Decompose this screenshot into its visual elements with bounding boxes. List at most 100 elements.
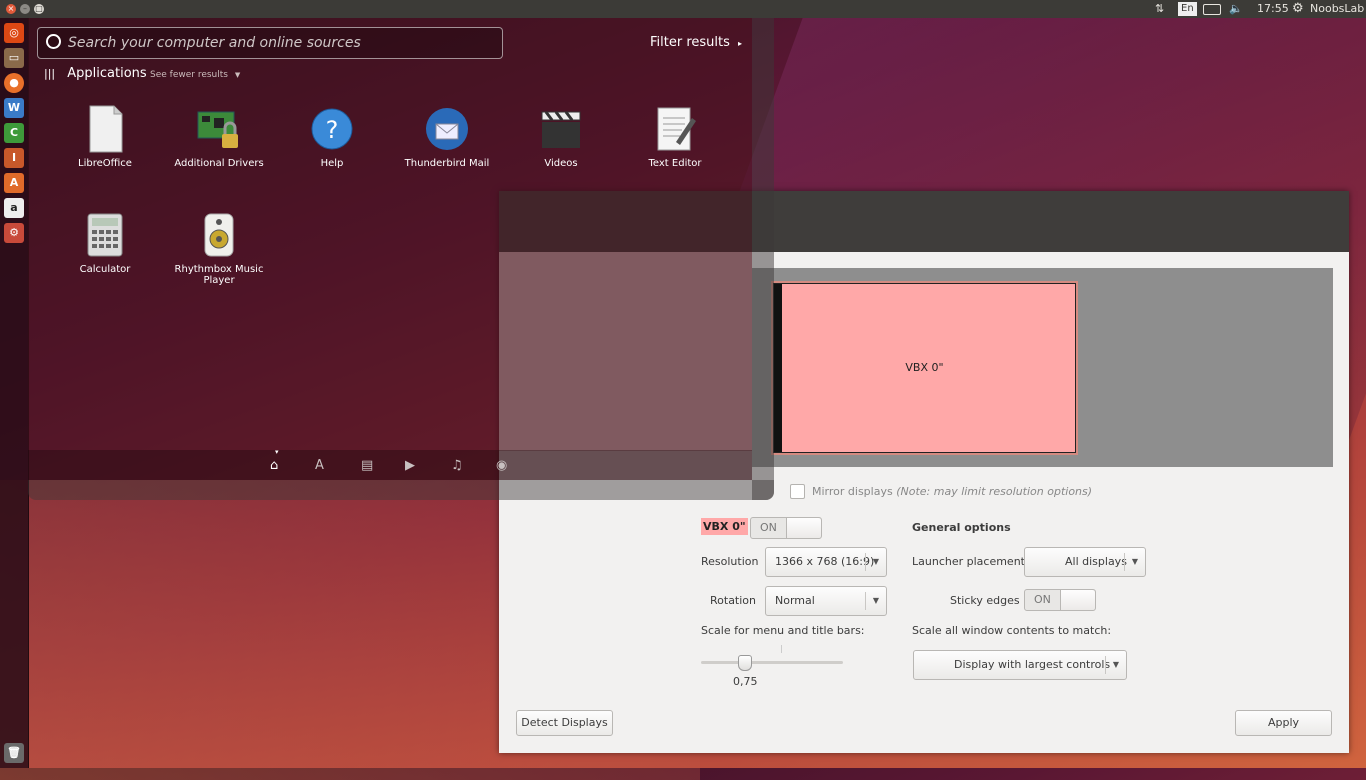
app-label: Videos bbox=[544, 158, 578, 169]
user-name[interactable]: NoobsLab bbox=[1310, 0, 1364, 18]
launcher-placement-select[interactable]: All displays ▼ bbox=[1024, 547, 1146, 577]
scale-slider-tick bbox=[781, 645, 782, 653]
app-label: Text Editor bbox=[648, 158, 702, 169]
active-lens-indicator: ▾ bbox=[275, 448, 279, 456]
trash-icon[interactable]: 🗑 bbox=[4, 743, 24, 763]
filter-results-label: Filter results bbox=[650, 35, 730, 50]
maximize-window-icon[interactable]: □ bbox=[34, 4, 44, 14]
app-tile-thunderbird[interactable]: Thunderbird Mail bbox=[390, 104, 504, 169]
resolution-label: Resolution bbox=[701, 555, 759, 568]
app-label: LibreOffice bbox=[78, 158, 132, 169]
ubuntu-dash-icon[interactable]: ◎ bbox=[4, 23, 24, 43]
applications-lens-icon[interactable]: A bbox=[315, 458, 324, 473]
video-lens-icon[interactable]: ▶ bbox=[405, 458, 415, 473]
app-tile-libreoffice[interactable]: LibreOffice bbox=[48, 104, 162, 169]
help-icon: ? bbox=[309, 104, 355, 154]
minimize-window-icon[interactable]: – bbox=[20, 4, 30, 14]
launcher: ◎ ▭ ● W C I A a ⚙ 🗑 bbox=[0, 18, 29, 768]
app-label: Calculator bbox=[79, 264, 131, 275]
clock[interactable]: 17:55 bbox=[1257, 0, 1289, 18]
software-center-icon[interactable]: A bbox=[4, 173, 24, 193]
monitor-toggle-state: ON bbox=[760, 521, 777, 534]
scale-all-select[interactable]: Display with largest controls ▼ bbox=[913, 650, 1127, 680]
resolution-value: 1366 x 768 (16:9) bbox=[775, 555, 875, 568]
monitor-on-toggle[interactable]: ON bbox=[750, 517, 822, 539]
app-tile-text-editor[interactable]: Text Editor bbox=[618, 104, 732, 169]
rhythmbox-icon bbox=[196, 210, 242, 260]
scale-slider-handle[interactable] bbox=[737, 655, 752, 671]
mirror-displays-text: Mirror displays bbox=[812, 485, 893, 498]
app-label: Rhythmbox Music Player bbox=[174, 264, 264, 286]
chevron-right-icon: ▸ bbox=[738, 39, 743, 48]
scale-all-label: Scale all window contents to match: bbox=[912, 624, 1112, 637]
mirror-displays-checkbox[interactable] bbox=[790, 484, 805, 499]
system-settings-icon[interactable]: ⚙ bbox=[4, 223, 24, 243]
app-tile-calculator[interactable]: Calculator bbox=[48, 210, 162, 275]
detect-displays-button[interactable]: Detect Displays bbox=[516, 710, 613, 736]
filter-results-button[interactable]: Filter results ▸ bbox=[650, 35, 742, 50]
app-tile-videos[interactable]: Videos bbox=[504, 104, 618, 169]
dash-frame-right bbox=[752, 18, 774, 500]
search-icon bbox=[46, 34, 61, 49]
rotation-value: Normal bbox=[775, 594, 815, 607]
calc-icon[interactable]: C bbox=[4, 123, 24, 143]
resolution-select[interactable]: 1366 x 768 (16:9) ▼ bbox=[765, 547, 887, 577]
search-field[interactable]: Search your computer and online sources bbox=[37, 27, 503, 59]
network-icon[interactable]: ⇅ bbox=[1155, 0, 1164, 18]
top-panel: × – □ ⇅ En 🔈 17:55 ⚙ NoobsLab bbox=[0, 0, 1366, 18]
sticky-edges-label: Sticky edges bbox=[950, 594, 1020, 607]
applications-lens-icon: ||| bbox=[44, 67, 56, 80]
chevron-down-icon: ▼ bbox=[865, 592, 886, 610]
mirror-displays-label: Mirror displays (Note: may limit resolut… bbox=[812, 485, 1092, 498]
keyboard-layout-indicator[interactable]: En bbox=[1178, 2, 1197, 16]
chevron-down-icon: ▼ bbox=[1105, 656, 1126, 674]
monitor-preview[interactable]: VBX 0" bbox=[773, 283, 1076, 453]
chevron-down-icon: ▼ bbox=[865, 553, 886, 571]
monitor-label: VBX 0" bbox=[905, 361, 944, 374]
amazon-icon[interactable]: a bbox=[4, 198, 24, 218]
chevron-down-icon: ▼ bbox=[234, 71, 241, 79]
launcher-placement-value: All displays bbox=[1065, 555, 1127, 568]
calculator-icon bbox=[82, 210, 128, 260]
writer-icon[interactable]: W bbox=[4, 98, 24, 118]
libreoffice-icon bbox=[82, 104, 128, 154]
apply-button[interactable]: Apply bbox=[1235, 710, 1332, 736]
volume-icon[interactable]: 🔈 bbox=[1229, 0, 1243, 18]
app-tile-additional-drivers[interactable]: Additional Drivers bbox=[162, 104, 276, 169]
general-options-heading: General options bbox=[912, 521, 1011, 534]
scale-value: 0,75 bbox=[733, 675, 758, 688]
scale-all-value: Display with largest controls bbox=[954, 658, 1111, 671]
applications-title: Applications bbox=[67, 66, 147, 81]
drivers-icon bbox=[196, 104, 242, 154]
files-icon[interactable]: ▭ bbox=[4, 48, 24, 68]
see-fewer-results-link[interactable]: See fewer results ▼ bbox=[150, 70, 240, 80]
chevron-down-icon: ▼ bbox=[1124, 553, 1145, 571]
impress-icon[interactable]: I bbox=[4, 148, 24, 168]
scale-slider-track[interactable] bbox=[701, 661, 843, 664]
firefox-icon[interactable]: ● bbox=[4, 73, 24, 93]
files-lens-icon[interactable]: ▤ bbox=[361, 458, 373, 473]
sticky-toggle-state: ON bbox=[1034, 593, 1051, 606]
rotation-select[interactable]: Normal ▼ bbox=[765, 586, 887, 616]
battery-icon[interactable] bbox=[1203, 4, 1221, 15]
selected-monitor-name: VBX 0" bbox=[701, 518, 748, 535]
music-lens-icon[interactable]: ♫ bbox=[451, 458, 463, 473]
photo-lens-icon[interactable]: ◉ bbox=[496, 458, 507, 473]
home-lens-icon[interactable]: ⌂ bbox=[270, 458, 278, 473]
search-placeholder: Search your computer and online sources bbox=[68, 35, 361, 51]
app-tile-help[interactable]: ? Help bbox=[275, 104, 389, 169]
svg-text:?: ? bbox=[326, 116, 339, 144]
toggle-knob bbox=[786, 518, 821, 538]
dash-overlay: Search your computer and online sources … bbox=[28, 18, 752, 480]
gear-icon[interactable]: ⚙ bbox=[1292, 0, 1304, 18]
app-label: Additional Drivers bbox=[174, 158, 264, 169]
see-fewer-label: See fewer results bbox=[150, 70, 228, 80]
thunderbird-icon bbox=[424, 104, 470, 154]
app-label: Help bbox=[320, 158, 344, 169]
toggle-knob bbox=[1060, 590, 1095, 610]
sticky-edges-toggle[interactable]: ON bbox=[1024, 589, 1096, 611]
close-window-icon[interactable]: × bbox=[6, 4, 16, 14]
rotation-label: Rotation bbox=[710, 594, 757, 607]
videos-icon bbox=[538, 104, 584, 154]
app-tile-rhythmbox[interactable]: Rhythmbox Music Player bbox=[162, 210, 276, 286]
